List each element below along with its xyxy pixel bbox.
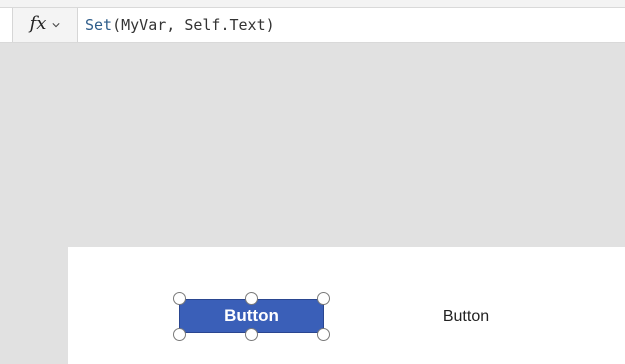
fx-icon: fx [29,13,47,34]
top-strip [0,0,625,7]
formula-arguments: (MyVar, Self.Text) [112,16,275,34]
resize-handle-bottom-center[interactable] [245,328,258,341]
resize-handle-top-right[interactable] [317,292,330,305]
resize-handle-bottom-right[interactable] [317,328,330,341]
formula-bar: fx Set(MyVar, Self.Text) [0,7,625,43]
formula-function: Set [85,16,113,34]
fx-property-dropdown[interactable]: fx [12,8,78,42]
resize-handle-bottom-left[interactable] [173,328,186,341]
chevron-down-icon [52,23,60,28]
app-screen[interactable] [68,247,625,364]
label-control[interactable]: Button [420,306,512,328]
power-apps-editor: fx Set(MyVar, Self.Text) Button Button [0,0,625,364]
formula-input[interactable]: Set(MyVar, Self.Text) [85,8,275,42]
button-label: Button [224,306,279,325]
resize-handle-top-center[interactable] [245,292,258,305]
resize-handle-top-left[interactable] [173,292,186,305]
